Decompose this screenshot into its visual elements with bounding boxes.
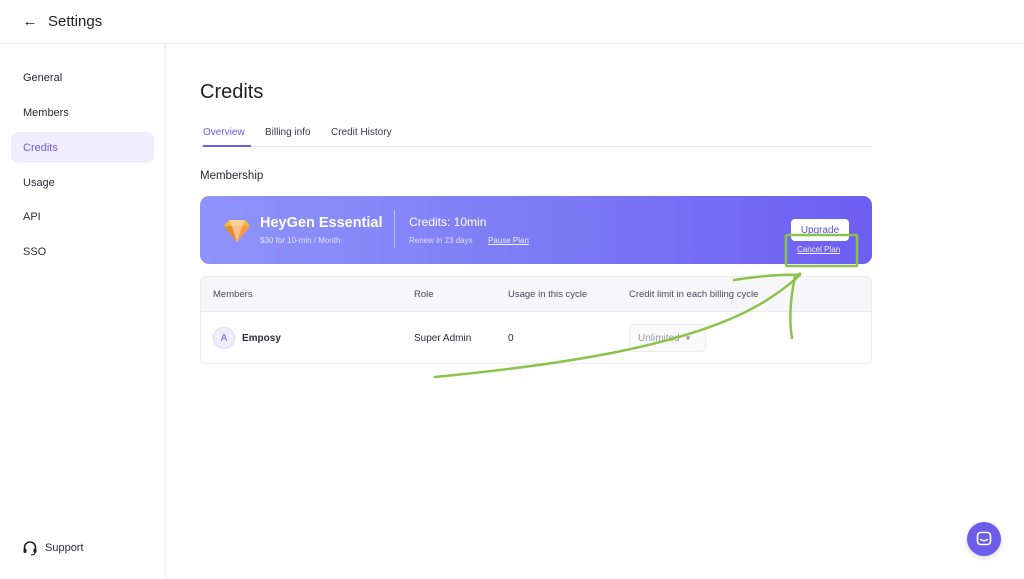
sidebar-item-sso[interactable]: SSO	[11, 236, 154, 267]
plan-price: $30 for 10-min / Month	[260, 236, 341, 245]
sidebar-item-api[interactable]: API	[11, 201, 154, 232]
tab-credit-history[interactable]: Credit History	[331, 127, 392, 147]
avatar: A	[213, 327, 235, 349]
tab-overview[interactable]: Overview	[203, 127, 251, 147]
tab-billing-info[interactable]: Billing info	[265, 127, 311, 147]
member-usage: 0	[508, 333, 514, 344]
cancel-plan-link[interactable]: Cancel Plan	[797, 245, 840, 254]
sidebar-item-label: Members	[23, 106, 69, 119]
column-header-members: Members	[213, 289, 253, 300]
credit-limit-select[interactable]: Unlimited ▾	[629, 324, 706, 352]
column-header-role: Role	[414, 289, 434, 300]
table-header: Members Role Usage in this cycle Credit …	[201, 277, 871, 312]
diamond-icon	[224, 220, 250, 242]
sidebar: General Members Credits Usage API SSO Su…	[0, 44, 166, 579]
support-link[interactable]: Support	[22, 540, 84, 556]
chat-button[interactable]	[967, 522, 1001, 556]
section-title-membership: Membership	[200, 170, 264, 182]
column-header-credit-limit: Credit limit in each billing cycle	[629, 289, 759, 300]
sidebar-item-label: SSO	[23, 245, 47, 258]
sidebar-item-label: Credits	[23, 141, 58, 154]
sidebar-item-label: API	[23, 210, 41, 223]
chevron-down-icon: ▾	[685, 332, 691, 343]
pause-plan-link[interactable]: Pause Plan	[488, 236, 529, 245]
member-name: Emposy	[242, 333, 281, 344]
plan-name: HeyGen Essential	[260, 215, 383, 231]
page-title: Credits	[200, 81, 264, 103]
top-bar: ← Settings	[0, 0, 1024, 44]
renew-info: Renew in 23 days	[409, 236, 473, 245]
upgrade-button[interactable]: Upgrade	[791, 219, 849, 241]
credit-limit-value: Unlimited	[638, 332, 680, 344]
sidebar-item-credits[interactable]: Credits	[11, 132, 154, 163]
sidebar-item-label: General	[23, 71, 63, 84]
table-row: A Emposy Super Admin 0 Unlimited ▾	[201, 313, 871, 363]
chat-icon	[976, 531, 992, 546]
sidebar-item-label: Usage	[23, 176, 55, 189]
member-role: Super Admin	[414, 333, 472, 344]
support-label: Support	[45, 542, 84, 554]
column-header-usage: Usage in this cycle	[508, 289, 588, 300]
sidebar-item-general[interactable]: General	[11, 62, 154, 93]
plan-card: HeyGen Essential $30 for 10-min / Month …	[200, 196, 872, 264]
plan-divider	[394, 210, 395, 248]
members-table: Members Role Usage in this cycle Credit …	[200, 276, 872, 364]
credits-amount: Credits: 10min	[409, 215, 487, 229]
headset-icon	[23, 541, 37, 556]
sidebar-item-usage[interactable]: Usage	[11, 167, 154, 198]
tab-bar: Overview Billing info Credit History	[200, 124, 872, 147]
back-arrow-icon[interactable]: ←	[22, 13, 38, 30]
sidebar-item-members[interactable]: Members	[11, 97, 154, 128]
page-header-title: Settings	[48, 13, 103, 30]
